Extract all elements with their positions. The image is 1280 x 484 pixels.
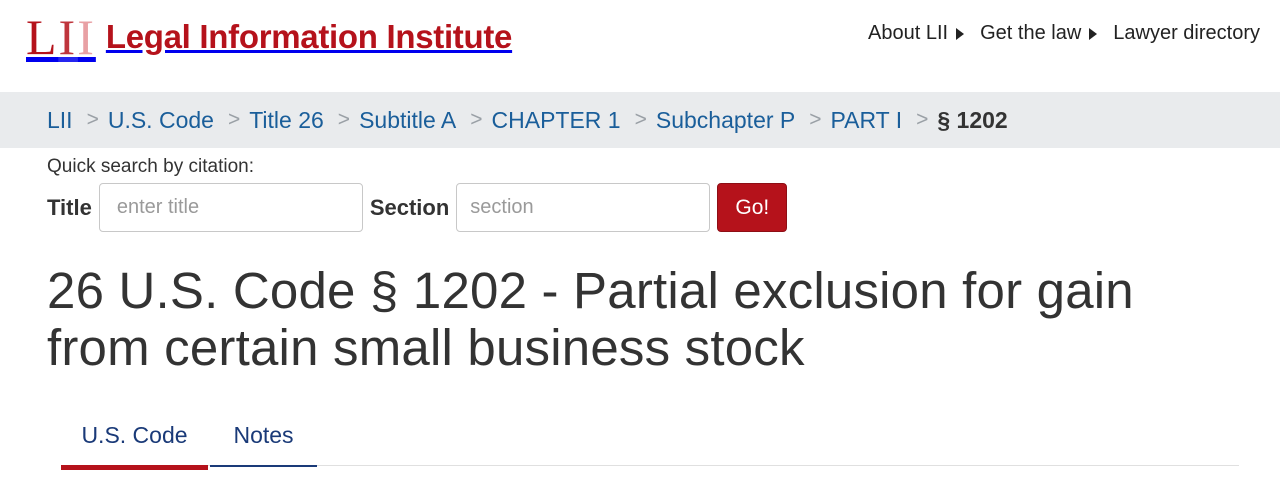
breadcrumb-subchapter-p[interactable]: Subchapter P [656, 107, 795, 134]
breadcrumb-separator: > [916, 108, 929, 131]
tab-notes[interactable]: Notes [210, 408, 317, 467]
lii-logo[interactable]: LII Legal Information Institute [26, 12, 512, 62]
breadcrumb-separator: > [809, 108, 822, 131]
quick-search-form: Title Section Go! [47, 183, 788, 232]
tab-us-code[interactable]: U.S. Code [61, 408, 208, 470]
site-header: LII Legal Information Institute About LI… [0, 0, 1280, 90]
title-label: Title [47, 194, 92, 220]
section-label: Section [369, 194, 450, 220]
breadcrumb-subtitle-a[interactable]: Subtitle A [359, 107, 456, 134]
logo-text: Legal Information Institute [105, 18, 513, 55]
caret-right-icon [956, 27, 965, 40]
content-tabs: U.S. Code Notes [61, 408, 1239, 470]
section-input[interactable] [456, 183, 711, 232]
breadcrumb-chapter-1[interactable]: CHAPTER 1 [492, 107, 621, 134]
breadcrumb-separator: > [86, 108, 99, 131]
title-input[interactable] [98, 183, 363, 232]
breadcrumb-separator: > [634, 108, 647, 131]
quick-search-label: Quick search by citation: [47, 156, 254, 177]
caret-right-icon [1089, 27, 1098, 40]
breadcrumb: LII > U.S. Code > Title 26 > Subtitle A … [0, 92, 1280, 148]
breadcrumb-title-26[interactable]: Title 26 [249, 107, 324, 134]
breadcrumb-part-i[interactable]: PART I [831, 107, 903, 134]
go-button[interactable]: Go! [717, 183, 788, 232]
breadcrumb-lii[interactable]: LII [47, 107, 73, 134]
lii-logo-mark: LII [26, 9, 96, 65]
nav-get-the-law[interactable]: Get the law [980, 22, 1113, 45]
breadcrumb-separator: > [337, 108, 351, 131]
breadcrumb-separator: > [470, 108, 483, 131]
top-nav: About LII Get the law Lawyer directory [868, 22, 1260, 45]
page-title: 26 U.S. Code § 1202 - Partial exclusion … [47, 262, 1134, 376]
breadcrumb-current: § 1202 [937, 106, 1008, 133]
breadcrumb-us-code[interactable]: U.S. Code [108, 107, 214, 134]
breadcrumb-separator: > [227, 108, 241, 131]
nav-about-lii[interactable]: About LII [868, 22, 980, 45]
nav-lawyer-directory[interactable]: Lawyer directory [1113, 22, 1260, 45]
